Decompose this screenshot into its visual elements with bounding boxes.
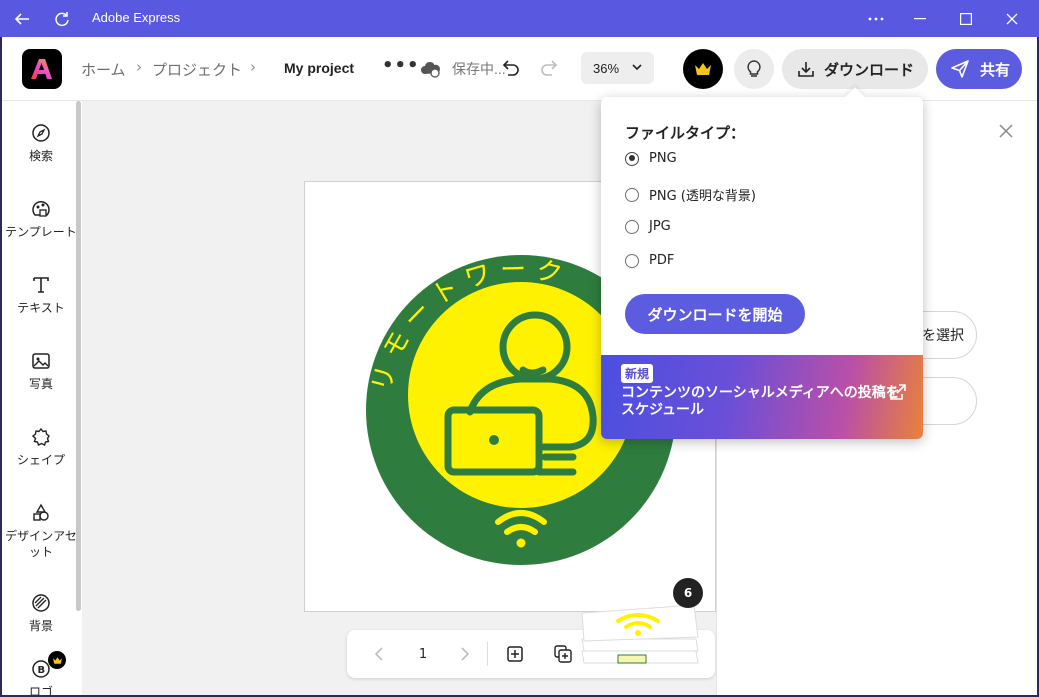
cloud-sync-icon — [419, 57, 443, 81]
radio[interactable] — [625, 187, 639, 202]
pages-thumbnail-stack[interactable] — [578, 601, 700, 671]
send-icon — [951, 60, 969, 78]
search-compass-icon — [2, 121, 80, 145]
download-popover: ファイルタイプ： PNG PNG (透明な背景) JPG PDF ダウンロードを… — [601, 87, 923, 439]
download-label: ダウンロード — [824, 61, 915, 79]
svg-text:B: B — [38, 665, 46, 676]
crown-icon — [695, 63, 711, 75]
zoom-value: 36% — [593, 60, 620, 76]
close-panel-icon[interactable] — [999, 123, 1013, 142]
design-assets-icon — [2, 501, 80, 525]
promo-text: コンテンツのソーシャルメディアへの投稿をスケジュール — [621, 385, 900, 418]
file-type-option-jpg[interactable]: JPG — [625, 219, 671, 234]
download-button[interactable]: ダウンロード — [782, 49, 928, 89]
app-header: ホーム › プロジェクト › My project ••• 保存中... 36% — [2, 37, 1037, 101]
file-type-option-png[interactable]: PNG — [625, 151, 677, 166]
shape-icon — [2, 425, 80, 449]
sidebar-item-shapes[interactable]: シェイプ — [2, 425, 80, 468]
sidebar-item-photos[interactable]: 写真 — [2, 349, 80, 392]
close-window-icon[interactable] — [992, 0, 1032, 37]
radio-selected[interactable] — [625, 151, 639, 166]
background-icon — [2, 591, 80, 615]
app-window: ホーム › プロジェクト › My project ••• 保存中... 36% — [2, 37, 1037, 695]
radio[interactable] — [625, 219, 639, 234]
file-type-option-png-transparent[interactable]: PNG (透明な背景) — [625, 185, 756, 204]
chevron-down-icon — [630, 60, 644, 77]
new-badge: 新規 — [621, 364, 654, 383]
breadcrumb-separator: › — [250, 58, 256, 76]
add-page-icon[interactable] — [497, 630, 533, 678]
radio[interactable] — [625, 253, 639, 268]
schedule-promo-banner[interactable]: 新規 コンテンツのソーシャルメディアへの投稿をスケジュール — [601, 355, 923, 439]
divider — [487, 642, 488, 666]
photo-icon — [2, 349, 80, 373]
premium-crown-icon — [48, 651, 66, 669]
next-page-icon[interactable] — [447, 630, 483, 678]
project-more-button[interactable]: ••• — [382, 55, 420, 76]
refresh-icon[interactable] — [42, 0, 82, 37]
undo-icon[interactable] — [498, 57, 522, 81]
redo-icon[interactable] — [538, 57, 562, 81]
prev-page-icon[interactable] — [361, 630, 397, 678]
maximize-icon[interactable] — [946, 0, 986, 37]
text-icon — [2, 273, 80, 297]
share-button[interactable]: 共有 — [936, 49, 1022, 89]
window-more-icon[interactable] — [856, 0, 896, 37]
window-title: Adobe Express — [92, 10, 181, 25]
breadcrumb-home[interactable]: ホーム — [81, 59, 126, 80]
sidebar-item-text[interactable]: テキスト — [2, 273, 80, 316]
minimize-icon[interactable] — [900, 0, 940, 37]
duplicate-page-icon[interactable] — [545, 630, 581, 678]
sidebar-item-templates[interactable]: テンプレート — [2, 197, 80, 240]
sidebar-item-search[interactable]: 検索 — [2, 121, 80, 164]
lightbulb-button[interactable] — [734, 49, 774, 89]
file-type-title: ファイルタイプ： — [625, 124, 746, 142]
page-number: 1 — [418, 646, 428, 662]
template-icon — [2, 197, 80, 221]
logo-icon: B — [2, 651, 80, 681]
premium-crown-button[interactable] — [683, 49, 723, 89]
lightbulb-icon — [747, 60, 761, 77]
download-icon — [798, 62, 814, 77]
external-link-icon[interactable] — [889, 383, 907, 405]
title-bar: Adobe Express — [0, 0, 1039, 37]
sidebar-item-background[interactable]: 背景 — [2, 591, 80, 634]
sidebar-item-logo[interactable]: B ロゴ — [2, 651, 80, 695]
breadcrumb-projects[interactable]: プロジェクト — [152, 59, 242, 80]
back-arrow-icon[interactable] — [2, 0, 42, 37]
sidebar-item-design-assets[interactable]: デザインアセット — [2, 501, 80, 560]
breadcrumb-separator: › — [136, 58, 142, 76]
start-download-button[interactable]: ダウンロードを開始 — [625, 294, 805, 334]
share-label: 共有 — [980, 61, 1011, 79]
project-name[interactable]: My project — [284, 60, 354, 76]
left-sidebar: 検索 テンプレート テキスト 写真 シェイプ デザインアセット 背景 B ロゴ — [2, 101, 82, 695]
page-count-badge: 6 — [673, 578, 703, 608]
file-type-option-pdf[interactable]: PDF — [625, 253, 674, 268]
zoom-select[interactable]: 36% — [581, 52, 654, 84]
adobe-express-logo[interactable] — [22, 49, 62, 89]
